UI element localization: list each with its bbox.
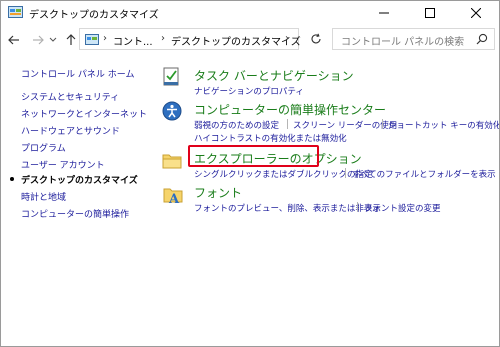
sidebar-item-clock-region[interactable]: 時計と地域 bbox=[21, 190, 66, 203]
sidebar-item-user-accounts[interactable]: ユーザー アカウント bbox=[21, 158, 105, 171]
link-change-font-settings[interactable]: フォント設定の変更 bbox=[364, 202, 441, 214]
svg-text:A: A bbox=[168, 192, 180, 205]
forward-button[interactable] bbox=[29, 31, 47, 49]
link-show-all-files-folders[interactable]: すべてのファイルとフォルダーを表示 bbox=[352, 168, 496, 180]
back-button[interactable] bbox=[5, 31, 23, 49]
link-toggle-high-contrast[interactable]: ハイコントラストの有効化または無効化 bbox=[194, 132, 347, 144]
category-ease-of-access-center[interactable]: コンピューターの簡単操作センター bbox=[194, 101, 386, 118]
minimize-icon bbox=[379, 12, 389, 14]
breadcrumb-item[interactable]: デスクトップのカスタマイズ bbox=[171, 33, 301, 48]
close-button[interactable] bbox=[453, 1, 499, 25]
search-icon[interactable] bbox=[476, 33, 488, 45]
current-page-bullet bbox=[10, 177, 14, 181]
folder-icon bbox=[162, 154, 182, 169]
sidebar-item-control-panel-home[interactable]: コントロール パネル ホーム bbox=[21, 67, 134, 80]
maximize-button[interactable] bbox=[407, 1, 453, 25]
ease-of-access-icon bbox=[162, 101, 182, 121]
link-separator bbox=[357, 202, 358, 212]
category-fonts[interactable]: フォント bbox=[194, 184, 242, 201]
breadcrumb-item[interactable]: コント... bbox=[113, 33, 153, 48]
link-separator bbox=[345, 168, 346, 178]
arrow-left-icon bbox=[8, 35, 19, 45]
sidebar-item-system-security[interactable]: システムとセキュリティ bbox=[21, 90, 119, 103]
window-title: デスクトップのカスタマイズ bbox=[29, 10, 159, 21]
navigation-bar: › コント... › デスクトップのカスタマイズ › コントロール パネルの検索 bbox=[1, 28, 499, 52]
recent-locations-button[interactable] bbox=[48, 31, 58, 49]
arrow-up-icon bbox=[66, 34, 76, 45]
search-box[interactable]: コントロール パネルの検索 bbox=[332, 28, 495, 50]
control-panel-app-icon bbox=[8, 6, 23, 18]
maximize-icon bbox=[425, 8, 435, 18]
sidebar-item-network-internet[interactable]: ネットワークとインターネット bbox=[21, 107, 147, 120]
control-panel-window: デスクトップのカスタマイズ › コント... › デスクトップのカスタマイズ ›… bbox=[0, 0, 500, 347]
arrow-right-icon bbox=[33, 35, 44, 45]
sidebar: コントロール パネル ホーム システムとセキュリティ ネットワークとインターネッ… bbox=[1, 59, 151, 259]
sidebar-item-desktop-customization: デスクトップのカスタマイズ bbox=[21, 176, 138, 186]
up-button[interactable] bbox=[62, 31, 80, 49]
highlight-box bbox=[188, 145, 319, 167]
font-folder-icon: A bbox=[163, 188, 183, 205]
sidebar-item-hardware-sound[interactable]: ハードウェアとサウンド bbox=[21, 124, 120, 137]
control-panel-icon bbox=[85, 34, 99, 45]
title-bar: デスクトップのカスタマイズ bbox=[1, 1, 499, 25]
close-icon bbox=[471, 8, 481, 18]
refresh-button[interactable] bbox=[305, 28, 327, 50]
minimize-button[interactable] bbox=[361, 1, 407, 25]
category-taskbar-navigation[interactable]: タスク バーとナビゲーション bbox=[194, 67, 354, 84]
sidebar-item-ease-of-access[interactable]: コンピューターの簡単操作 bbox=[21, 207, 129, 220]
link-navigation-properties[interactable]: ナビゲーションのプロパティ bbox=[194, 85, 304, 97]
sidebar-item-programs[interactable]: プログラム bbox=[21, 141, 66, 154]
address-bar[interactable]: › コント... › デスクトップのカスタマイズ › bbox=[79, 28, 301, 50]
link-separator bbox=[382, 119, 383, 129]
link-separator bbox=[287, 119, 288, 129]
taskbar-icon bbox=[163, 67, 179, 86]
search-placeholder: コントロール パネルの検索 bbox=[341, 37, 465, 48]
chevron-down-icon bbox=[49, 37, 57, 42]
refresh-icon bbox=[311, 33, 321, 44]
breadcrumb-separator: › bbox=[285, 33, 289, 44]
link-low-vision-settings[interactable]: 弱視の方のための設定 bbox=[194, 119, 279, 131]
breadcrumb-separator: › bbox=[103, 33, 107, 44]
link-enable-shortcut-keys[interactable]: ショートカット キーの有効化 bbox=[388, 119, 499, 131]
link-preview-delete-fonts[interactable]: フォントのプレビュー、削除、表示または非表示 bbox=[194, 202, 381, 214]
breadcrumb-separator: › bbox=[161, 33, 165, 44]
